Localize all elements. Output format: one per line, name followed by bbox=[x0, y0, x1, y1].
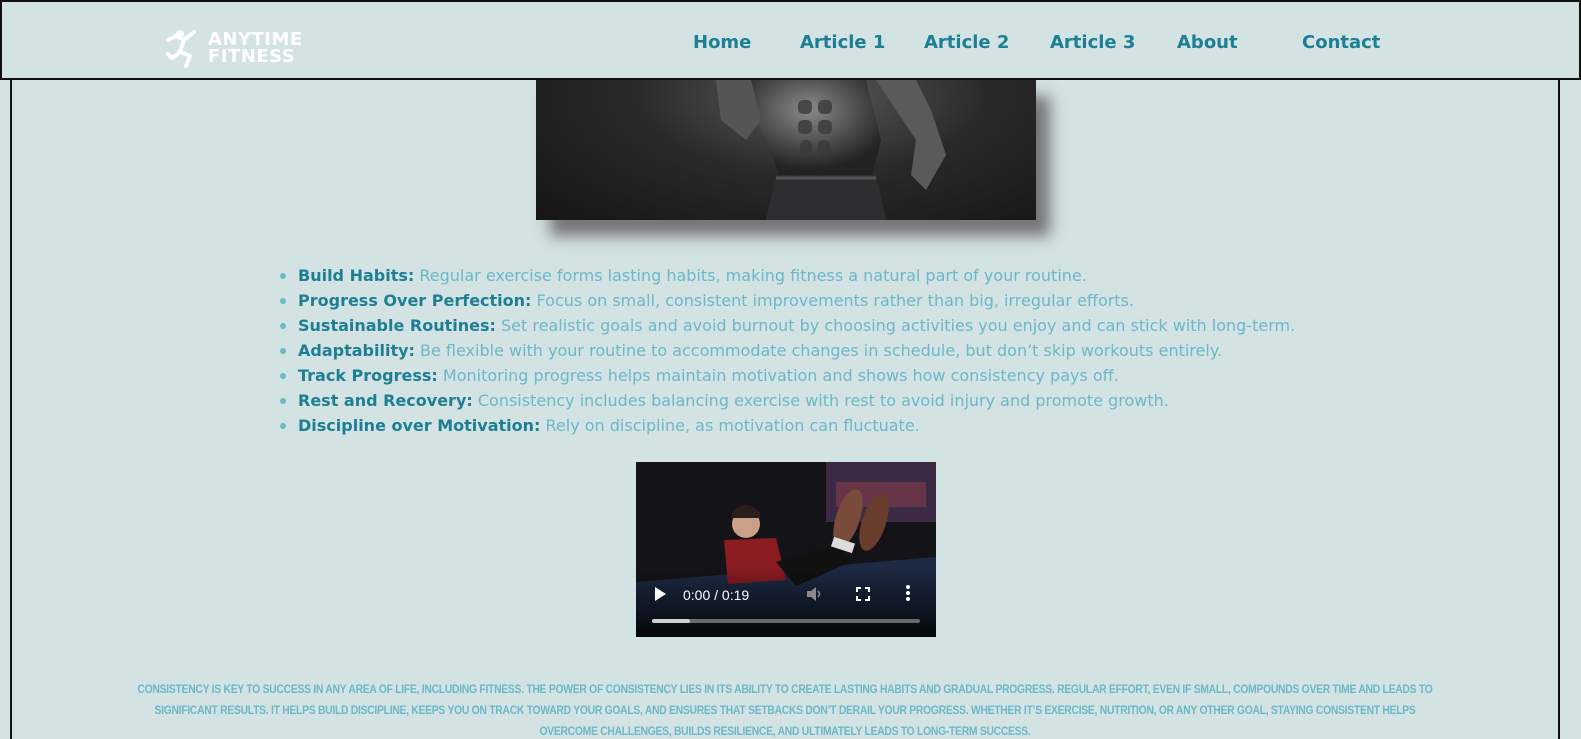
list-item: Adaptability: Be flexible with your rout… bbox=[278, 338, 1378, 363]
volume-icon[interactable] bbox=[806, 586, 824, 606]
video-player[interactable]: 0:00 / 0:19 bbox=[636, 462, 936, 637]
brand-wordmark: ANYTIME FITNESS bbox=[208, 31, 303, 67]
nav-about[interactable]: About bbox=[1177, 32, 1238, 53]
nav-article-1[interactable]: Article 1 bbox=[800, 32, 885, 53]
list-item: Progress Over Perfection: Focus on small… bbox=[278, 288, 1378, 313]
list-item: Build Habits: Regular exercise forms las… bbox=[278, 263, 1378, 288]
consistency-benefits-list: Build Habits: Regular exercise forms las… bbox=[278, 263, 1378, 438]
video-seek-progress bbox=[652, 619, 690, 623]
list-item: Sustainable Routines: Set realistic goal… bbox=[278, 313, 1378, 338]
hero-image bbox=[536, 80, 1036, 220]
top-navbar: ANYTIME FITNESS Home Article 1 Article 2… bbox=[0, 0, 1581, 80]
list-item-text: Be flexible with your routine to accommo… bbox=[414, 341, 1223, 360]
list-item-term: Adaptability: bbox=[298, 341, 415, 360]
list-item-text: Monitoring progress helps maintain motiv… bbox=[437, 366, 1119, 385]
list-item-text: Consistency includes balancing exercise … bbox=[472, 391, 1169, 410]
list-item-term: Rest and Recovery: bbox=[298, 391, 473, 410]
list-item-term: Progress Over Perfection: bbox=[298, 291, 532, 310]
play-icon[interactable] bbox=[654, 587, 666, 605]
list-item-text: Rely on discipline, as motivation can fl… bbox=[540, 416, 920, 435]
nav-article-3[interactable]: Article 3 bbox=[1050, 32, 1135, 53]
list-item: Track Progress: Monitoring progress help… bbox=[278, 363, 1378, 388]
list-item-text: Set realistic goals and avoid burnout by… bbox=[495, 316, 1296, 335]
video-time: 0:00 / 0:19 bbox=[683, 587, 750, 603]
fullscreen-icon[interactable] bbox=[856, 587, 870, 605]
list-item-term: Build Habits: bbox=[298, 266, 415, 285]
list-item-text: Focus on small, consistent improvements … bbox=[531, 291, 1134, 310]
nav-article-2[interactable]: Article 2 bbox=[924, 32, 1009, 53]
list-item: Discipline over Motivation: Rely on disc… bbox=[278, 413, 1378, 438]
list-item-term: Sustainable Routines: bbox=[298, 316, 496, 335]
consistency-summary-paragraph: Consistency is key to success in any are… bbox=[137, 682, 1433, 738]
list-item-term: Discipline over Motivation: bbox=[298, 416, 541, 435]
nav-contact[interactable]: Contact bbox=[1302, 32, 1380, 53]
running-figure-logo-icon bbox=[166, 30, 196, 68]
list-item-term: Track Progress: bbox=[298, 366, 438, 385]
list-item-text: Regular exercise forms lasting habits, m… bbox=[414, 266, 1087, 285]
nav-home[interactable]: Home bbox=[693, 32, 751, 53]
more-vertical-icon[interactable] bbox=[906, 585, 910, 605]
list-item: Rest and Recovery: Consistency includes … bbox=[278, 388, 1378, 413]
athlete-torso-illustration bbox=[716, 80, 946, 220]
video-seek-bar[interactable] bbox=[652, 619, 920, 623]
brand-line-2: FITNESS bbox=[208, 46, 296, 67]
brand-logo[interactable]: ANYTIME FITNESS bbox=[164, 26, 334, 70]
video-controls: 0:00 / 0:19 bbox=[636, 567, 936, 637]
